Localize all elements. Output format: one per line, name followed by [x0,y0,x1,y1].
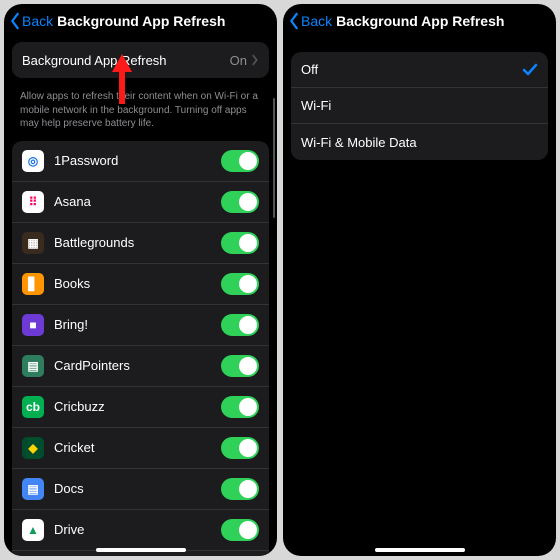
back-button[interactable]: Back [287,12,332,30]
page-title: Background App Refresh [57,13,225,29]
app-icon: ▤ [22,355,44,377]
app-name: Cricket [54,440,221,455]
app-toggle[interactable] [221,519,259,541]
scroll-area[interactable]: Off Wi-Fi Wi-Fi & Mobile Data [283,38,556,556]
back-label: Back [22,13,53,29]
scrollbar[interactable] [273,98,275,218]
app-row[interactable]: ▦ Battlegrounds [12,223,269,264]
apps-list: ◎ 1Password ⠿ Asana ▦ Battlegrounds ▋ Books ■ Bri… [12,141,269,557]
options-list: Off Wi-Fi Wi-Fi & Mobile Data [291,52,548,160]
app-toggle[interactable] [221,273,259,295]
master-label: Background App Refresh [22,53,230,68]
app-icon: ⠿ [22,191,44,213]
app-icon: ▤ [22,478,44,500]
option-row[interactable]: Wi-Fi [291,88,548,124]
app-row[interactable]: ◎ 1Password [12,141,269,182]
app-icon: cb [22,396,44,418]
left-screen: Back Background App Refresh Background A… [4,4,277,556]
page-title: Background App Refresh [336,13,504,29]
navbar: Back Background App Refresh [4,4,277,38]
app-row[interactable]: ▋ Books [12,264,269,305]
app-row[interactable]: cb Cricbuzz [12,387,269,428]
option-label: Wi-Fi [301,98,538,113]
back-button[interactable]: Back [8,12,53,30]
app-name: Books [54,276,221,291]
app-icon: ▲ [22,519,44,541]
option-row[interactable]: Wi-Fi & Mobile Data [291,124,548,160]
right-screen: Back Background App Refresh Off Wi-Fi Wi-F… [283,4,556,556]
app-toggle[interactable] [221,396,259,418]
navbar: Back Background App Refresh [283,4,556,38]
chevron-left-icon [8,12,22,30]
app-name: Docs [54,481,221,496]
back-label: Back [301,13,332,29]
app-toggle[interactable] [221,355,259,377]
app-toggle[interactable] [221,314,259,336]
master-value: On [230,53,247,68]
option-label: Wi-Fi & Mobile Data [301,135,538,150]
app-toggle[interactable] [221,478,259,500]
app-row[interactable]: ▤ Docs [12,469,269,510]
chevron-right-icon [251,54,259,66]
master-group: Background App Refresh On [12,42,269,78]
option-row[interactable]: Off [291,52,548,88]
app-name: Bring! [54,317,221,332]
app-name: Battlegrounds [54,235,221,250]
scroll-area[interactable]: Background App Refresh On Allow apps to … [4,38,277,556]
app-icon: ◎ [22,150,44,172]
home-indicator[interactable] [96,548,186,552]
app-toggle[interactable] [221,437,259,459]
app-row[interactable]: ◆ Cricket [12,428,269,469]
option-label: Off [301,62,522,77]
checkmark-icon [522,63,538,77]
app-name: Drive [54,522,221,537]
description-text: Allow apps to refresh their content when… [12,86,269,141]
home-indicator[interactable] [375,548,465,552]
app-icon: ▦ [22,232,44,254]
app-icon: ◆ [22,437,44,459]
app-icon: ▋ [22,273,44,295]
app-name: CardPointers [54,358,221,373]
app-icon: ■ [22,314,44,336]
app-toggle[interactable] [221,150,259,172]
app-toggle[interactable] [221,191,259,213]
app-row[interactable]: ▤ CardPointers [12,346,269,387]
app-row[interactable]: ■ Bring! [12,305,269,346]
app-toggle[interactable] [221,232,259,254]
app-name: Cricbuzz [54,399,221,414]
master-toggle-row[interactable]: Background App Refresh On [12,42,269,78]
app-name: 1Password [54,153,221,168]
app-row[interactable]: ⠿ Asana [12,182,269,223]
chevron-left-icon [287,12,301,30]
app-name: Asana [54,194,221,209]
app-row[interactable]: ▲ Drive [12,510,269,551]
